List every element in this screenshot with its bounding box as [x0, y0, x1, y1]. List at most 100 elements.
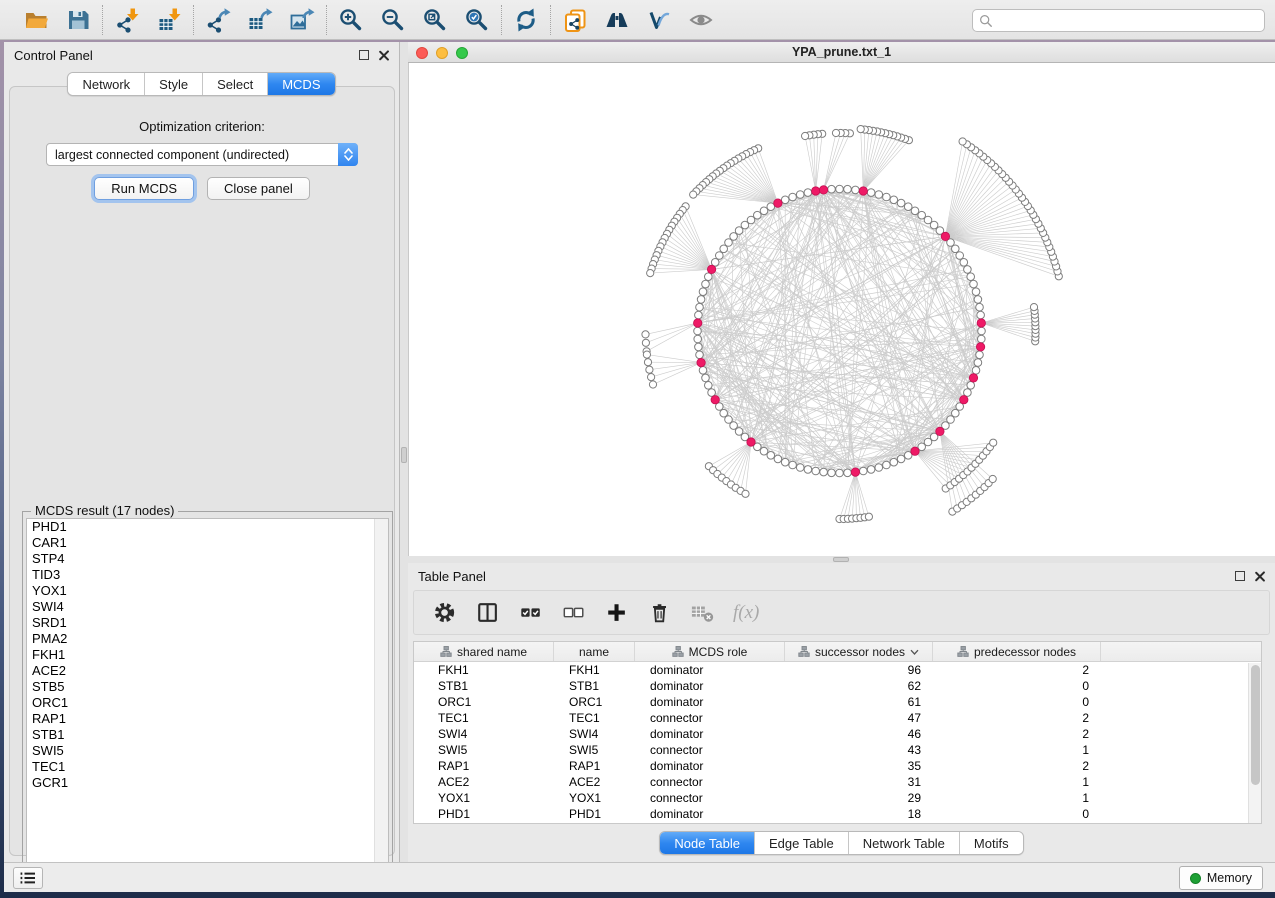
- tab-network-table[interactable]: Network Table: [849, 832, 960, 854]
- panel-menu-button[interactable]: [13, 867, 43, 889]
- import-network-button[interactable]: [113, 6, 141, 34]
- search-field[interactable]: [972, 9, 1265, 32]
- settings-button[interactable]: [432, 600, 458, 626]
- clone-network-button[interactable]: [561, 6, 589, 34]
- mcds-result-item[interactable]: STB5: [27, 679, 388, 695]
- optimization-criterion-dropdown[interactable]: largest connected component (undirected): [46, 143, 358, 166]
- mcds-result-item[interactable]: GCR1: [27, 775, 388, 791]
- mcds-result-item[interactable]: TEC1: [27, 759, 388, 775]
- horizontal-splitter[interactable]: [408, 556, 1275, 563]
- column-header-MCDS-role[interactable]: MCDS role: [635, 642, 785, 661]
- mcds-result-item[interactable]: PHD1: [27, 519, 388, 535]
- mcds-result-item[interactable]: SWI5: [27, 743, 388, 759]
- memory-button[interactable]: Memory: [1179, 866, 1263, 890]
- network-canvas[interactable]: [408, 63, 1275, 556]
- node-table[interactable]: shared namenameMCDS rolesuccessor nodesp…: [413, 641, 1262, 824]
- tab-style[interactable]: Style: [145, 73, 203, 95]
- network-graph[interactable]: [409, 63, 1275, 556]
- splitter-grip[interactable]: [401, 447, 407, 463]
- tab-motifs[interactable]: Motifs: [960, 832, 1023, 854]
- select-all-button[interactable]: [518, 600, 544, 626]
- columns-button[interactable]: [475, 600, 501, 626]
- run-mcds-button[interactable]: Run MCDS: [94, 177, 194, 200]
- show-all-button[interactable]: [687, 6, 715, 34]
- column-header-name[interactable]: name: [554, 642, 635, 661]
- refresh-icon: [513, 7, 539, 33]
- table-scrollbar[interactable]: [1248, 663, 1261, 823]
- search-network-button[interactable]: [603, 6, 631, 34]
- tab-network[interactable]: Network: [68, 73, 145, 95]
- dropdown-stepper-icon[interactable]: [338, 143, 358, 166]
- column-header-shared-name[interactable]: shared name: [414, 642, 554, 661]
- add-row-button[interactable]: [604, 600, 630, 626]
- table-row[interactable]: ORC1ORC1dominator610: [414, 694, 1261, 710]
- table-row[interactable]: YOX1YOX1connector291: [414, 790, 1261, 806]
- save-session-button[interactable]: [64, 6, 92, 34]
- zoom-fit-button[interactable]: [421, 6, 449, 34]
- search-input[interactable]: [997, 14, 1258, 28]
- zoom-selected-button[interactable]: [463, 6, 491, 34]
- table-row[interactable]: STB1STB1dominator620: [414, 678, 1261, 694]
- mcds-result-item[interactable]: SWI4: [27, 599, 388, 615]
- mcds-result-item[interactable]: CAR1: [27, 535, 388, 551]
- table-row[interactable]: SWI4SWI4dominator462: [414, 726, 1261, 742]
- tab-edge-table[interactable]: Edge Table: [755, 832, 849, 854]
- zoom-out-button[interactable]: [379, 6, 407, 34]
- column-header-successor-nodes[interactable]: successor nodes: [785, 642, 933, 661]
- search-icon: [979, 14, 993, 28]
- float-panel-icon[interactable]: [1235, 571, 1245, 581]
- hide-selection-button[interactable]: [645, 6, 673, 34]
- refresh-button[interactable]: [512, 6, 540, 34]
- table-cell: ACE2: [414, 775, 554, 789]
- vertical-splitter[interactable]: [400, 42, 408, 862]
- maximize-window-icon[interactable]: [456, 47, 468, 59]
- table-row[interactable]: TEC1TEC1connector472: [414, 710, 1261, 726]
- close-panel-icon[interactable]: [378, 50, 389, 61]
- table-row[interactable]: RAP1RAP1dominator352: [414, 758, 1261, 774]
- mcds-result-item[interactable]: STB1: [27, 727, 388, 743]
- network-window-titlebar[interactable]: YPA_prune.txt_1: [408, 42, 1275, 63]
- tab-mcds[interactable]: MCDS: [268, 73, 334, 95]
- table-cell: 43: [785, 743, 933, 757]
- table-row[interactable]: SWI5SWI5connector431: [414, 742, 1261, 758]
- export-image-button[interactable]: [288, 6, 316, 34]
- open-session-button[interactable]: [22, 6, 50, 34]
- import-table-button[interactable]: [155, 6, 183, 34]
- mcds-result-item[interactable]: ORC1: [27, 695, 388, 711]
- mcds-result-item[interactable]: FKH1: [27, 647, 388, 663]
- splitter-grip[interactable]: [833, 557, 849, 562]
- close-panel-button[interactable]: Close panel: [207, 177, 310, 200]
- table-row[interactable]: FKH1FKH1dominator962: [414, 662, 1261, 678]
- mcds-result-item[interactable]: RAP1: [27, 711, 388, 727]
- table-header-row[interactable]: shared namenameMCDS rolesuccessor nodesp…: [414, 642, 1261, 662]
- zoom-in-button[interactable]: [337, 6, 365, 34]
- mcds-result-item[interactable]: PMA2: [27, 631, 388, 647]
- export-network-button[interactable]: [204, 6, 232, 34]
- table-cell: SWI4: [414, 727, 554, 741]
- delete-rows-button[interactable]: [647, 600, 673, 626]
- minimize-window-icon[interactable]: [436, 47, 448, 59]
- mcds-result-item[interactable]: ACE2: [27, 663, 388, 679]
- table-row[interactable]: ACE2ACE2connector311: [414, 774, 1261, 790]
- mcds-result-list[interactable]: PHD1CAR1STP4TID3YOX1SWI4SRD1PMA2FKH1ACE2…: [26, 518, 389, 879]
- column-header-predecessor-nodes[interactable]: predecessor nodes: [933, 642, 1101, 661]
- mcds-result-item[interactable]: SRD1: [27, 615, 388, 631]
- export-table-button[interactable]: [246, 6, 274, 34]
- mcds-result-item[interactable]: YOX1: [27, 583, 388, 599]
- close-panel-icon[interactable]: [1254, 571, 1265, 582]
- hierarchy-icon: [798, 646, 810, 657]
- deselect-all-button[interactable]: [561, 600, 587, 626]
- scrollbar-thumb[interactable]: [1251, 665, 1260, 785]
- tab-select[interactable]: Select: [203, 73, 268, 95]
- main-toolbar: [0, 0, 1275, 40]
- table-cell: TEC1: [554, 711, 635, 725]
- mcds-result-item[interactable]: STP4: [27, 551, 388, 567]
- application-window: Control Panel NetworkStyleSelectMCDS Opt…: [0, 0, 1275, 898]
- float-panel-icon[interactable]: [359, 50, 369, 60]
- mcds-list-scrollbar[interactable]: [374, 519, 388, 878]
- mcds-result-item[interactable]: TID3: [27, 567, 388, 583]
- table-row[interactable]: PHD1PHD1dominator180: [414, 806, 1261, 822]
- table-cell: YOX1: [554, 791, 635, 805]
- close-window-icon[interactable]: [416, 47, 428, 59]
- tab-node-table[interactable]: Node Table: [660, 832, 755, 854]
